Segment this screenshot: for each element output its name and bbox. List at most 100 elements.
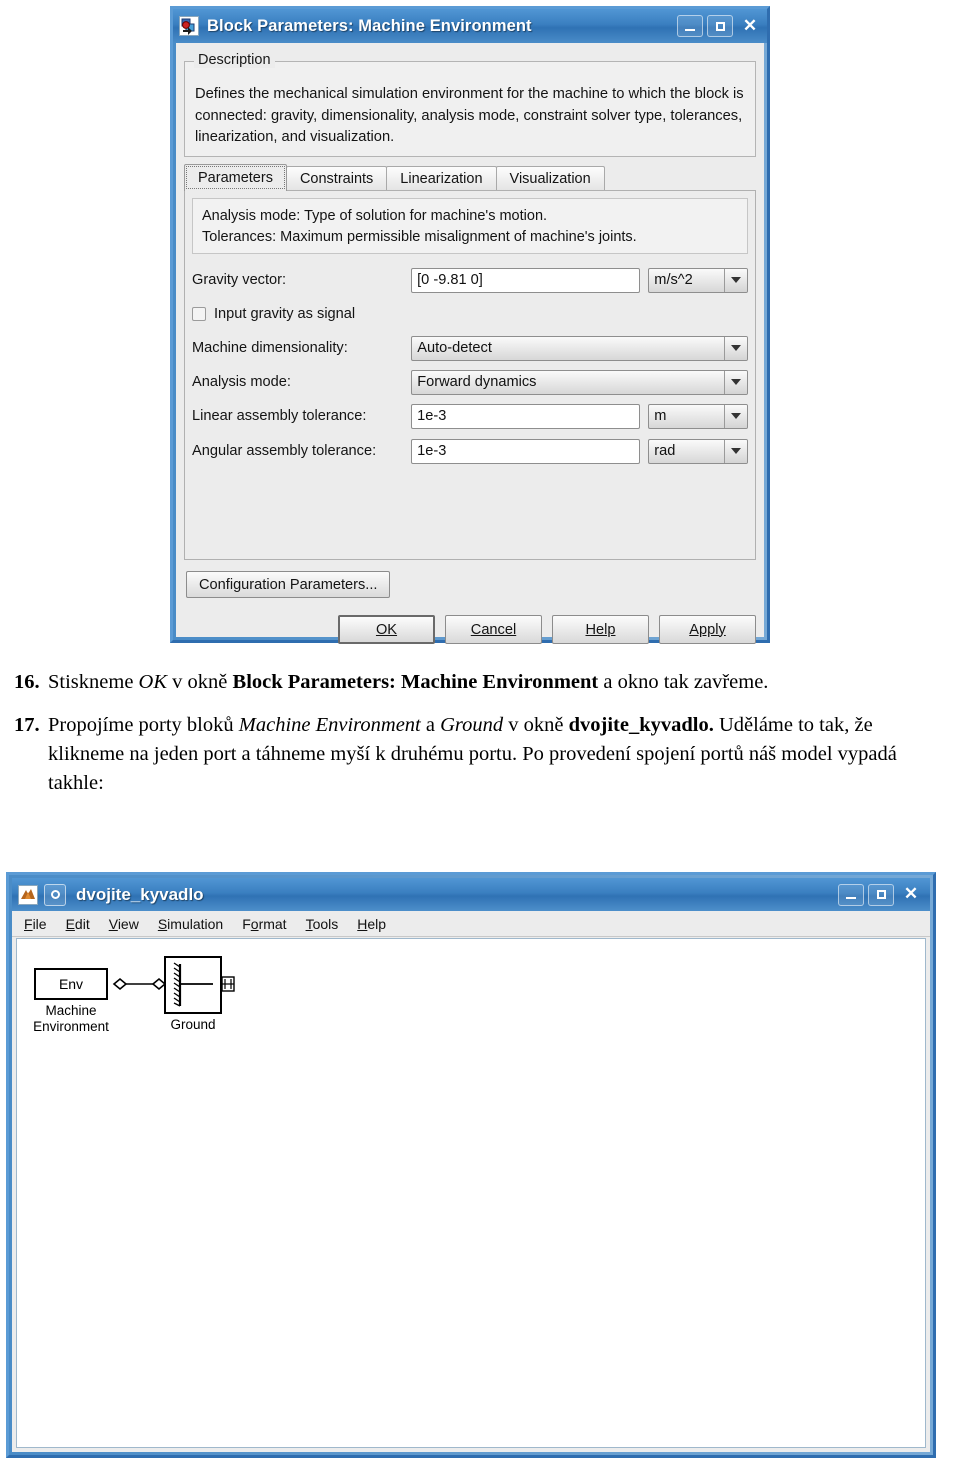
dialog-body: Description Defines the mechanical simul… xyxy=(176,43,764,644)
field-row-gravity-vector: Gravity vector: [0 -9.81 0] m/s^2 xyxy=(192,267,748,293)
machine-dimensionality-combo[interactable]: Auto-detect xyxy=(411,335,748,361)
list-item-text: Stiskneme OK v okně Block Parameters: Ma… xyxy=(48,671,769,693)
chevron-down-icon xyxy=(724,336,747,360)
gravity-vector-label: Gravity vector: xyxy=(192,272,287,288)
machine-environment-inner-label: Env xyxy=(59,976,83,992)
tabstrip: Parameters Constraints Linearization Vis… xyxy=(184,164,756,191)
ground-input-port xyxy=(151,977,167,991)
tab-visualization[interactable]: Visualization xyxy=(495,166,605,191)
block-parameters-window: Block Parameters: Machine Environment ✕ … xyxy=(170,6,770,644)
parameters-tab-panel: Analysis mode: Type of solution for mach… xyxy=(184,190,756,560)
machine-environment-caption-line1: Machine xyxy=(45,1003,96,1018)
angular-assembly-tolerance-input[interactable]: 1e-3 xyxy=(411,438,641,464)
simulink-maximize-button[interactable] xyxy=(868,883,894,906)
cancel-button[interactable]: Cancel xyxy=(445,615,542,644)
machine-environment-caption-line2: Environment xyxy=(33,1019,109,1034)
simulink-canvas[interactable]: Env Machine Environment Ground xyxy=(16,938,926,1448)
field-row-machine-dimensionality: Machine dimensionality: Auto-detect xyxy=(192,335,748,361)
tab-parameters[interactable]: Parameters xyxy=(184,164,287,191)
maximize-button[interactable] xyxy=(707,15,733,37)
field-row-input-gravity-signal[interactable]: Input gravity as signal xyxy=(192,301,748,327)
description-text: Defines the mechanical simulation enviro… xyxy=(195,86,744,146)
apply-button-label: Apply xyxy=(689,621,726,638)
maximize-icon xyxy=(876,890,886,899)
cancel-button-label: Cancel xyxy=(470,621,517,638)
simulink-window-inner: dvojite_kyvadlo ✕ File Edit View Simulat… xyxy=(12,878,930,1452)
instructions-list: 16. Stiskneme OK v okně Block Parameters… xyxy=(14,668,948,812)
dialog-title: Block Parameters: Machine Environment xyxy=(207,16,532,35)
model-document-icon xyxy=(44,883,66,906)
analysis-mode-value: Forward dynamics xyxy=(417,374,537,390)
menu-file[interactable]: File xyxy=(24,916,47,932)
close-icon: ✕ xyxy=(742,15,758,35)
matlab-membrane-icon xyxy=(18,884,38,905)
analysis-mode-combo[interactable]: Forward dynamics xyxy=(411,369,748,395)
ok-button-label: OK xyxy=(375,621,398,638)
chevron-down-icon xyxy=(724,404,747,428)
gravity-vector-unit-combo[interactable]: m/s^2 xyxy=(648,267,748,293)
angular-tolerance-unit-value: rad xyxy=(654,443,676,459)
angular-tolerance-unit-combo[interactable]: rad xyxy=(648,438,748,464)
linear-assembly-tolerance-input[interactable]: 1e-3 xyxy=(411,403,641,429)
apply-button[interactable]: Apply xyxy=(659,615,756,644)
minimize-button[interactable] xyxy=(677,15,703,37)
simulink-title: dvojite_kyvadlo xyxy=(76,884,204,904)
ground-block xyxy=(164,956,222,1014)
analysis-mode-label: Analysis mode: xyxy=(192,374,291,390)
list-item-number: 16. xyxy=(14,671,40,693)
menu-format[interactable]: Format xyxy=(242,916,286,932)
description-legend: Description xyxy=(194,52,275,68)
list-item: 16. Stiskneme OK v okně Block Parameters… xyxy=(14,668,948,697)
gravity-vector-unit-value: m/s^2 xyxy=(654,272,693,288)
help-button-label: Help xyxy=(585,621,616,638)
dialog-button-bar: OK Cancel Help Apply xyxy=(184,615,756,645)
gravity-vector-input[interactable]: [0 -9.81 0] xyxy=(411,267,641,293)
menu-view[interactable]: View xyxy=(109,916,139,932)
hint-box: Analysis mode: Type of solution for mach… xyxy=(192,198,748,254)
menu-simulation[interactable]: Simulation xyxy=(158,916,223,932)
model-doc-ring xyxy=(50,890,60,899)
chevron-down-icon xyxy=(724,439,747,463)
dialog-titlebar[interactable]: Block Parameters: Machine Environment ✕ xyxy=(173,9,767,43)
page-root: Block Parameters: Machine Environment ✕ … xyxy=(0,0,960,1472)
help-button[interactable]: Help xyxy=(552,615,649,644)
machine-dimensionality-label: Machine dimensionality: xyxy=(192,340,348,356)
menu-help[interactable]: Help xyxy=(357,916,386,932)
input-gravity-checkbox[interactable] xyxy=(192,307,206,321)
hint-line-tolerances: Tolerances: Maximum permissible misalign… xyxy=(202,229,637,246)
linear-assembly-tolerance-label: Linear assembly tolerance: xyxy=(192,408,367,424)
chevron-down-icon xyxy=(724,268,747,292)
minimize-icon xyxy=(846,897,856,899)
angular-assembly-tolerance-label: Angular assembly tolerance: xyxy=(192,443,377,459)
simulink-close-button[interactable]: ✕ xyxy=(898,884,924,906)
maximize-icon xyxy=(715,21,725,31)
close-button[interactable]: ✕ xyxy=(737,15,763,37)
minimize-icon xyxy=(685,28,695,31)
description-groupbox: Description Defines the mechanical simul… xyxy=(184,52,756,157)
hint-line-analysis-mode: Analysis mode: Type of solution for mach… xyxy=(202,208,548,224)
simulink-model-window: dvojite_kyvadlo ✕ File Edit View Simulat… xyxy=(6,872,936,1458)
simulink-titlebar[interactable]: dvojite_kyvadlo ✕ xyxy=(12,878,930,911)
chevron-down-icon xyxy=(724,370,747,394)
machine-dimensionality-value: Auto-detect xyxy=(417,340,492,356)
input-gravity-label: Input gravity as signal xyxy=(214,306,356,322)
menu-edit[interactable]: Edit xyxy=(66,916,90,932)
linear-tolerance-unit-value: m xyxy=(654,408,667,424)
tab-constraints[interactable]: Constraints xyxy=(285,166,388,191)
list-item-number: 17. xyxy=(14,714,40,737)
env-output-port xyxy=(112,977,128,991)
linear-tolerance-unit-combo[interactable]: m xyxy=(648,403,748,429)
field-row-analysis-mode: Analysis mode: Forward dynamics xyxy=(192,369,748,395)
simulink-minimize-button[interactable] xyxy=(838,883,864,906)
ok-button[interactable]: OK xyxy=(338,615,435,644)
close-icon: ✕ xyxy=(903,884,919,903)
simulink-menubar: File Edit View Simulation Format Tools H… xyxy=(12,911,930,937)
list-item: 17. Propojíme porty bloků Machine Enviro… xyxy=(14,711,948,798)
configuration-parameters-button[interactable]: Configuration Parameters... xyxy=(186,571,391,598)
menu-tools[interactable]: Tools xyxy=(306,916,339,932)
field-row-linear-assembly-tolerance: Linear assembly tolerance: 1e-3 m xyxy=(192,403,748,429)
list-item-text: Propojíme porty bloků Machine Environmen… xyxy=(48,714,897,795)
field-row-angular-assembly-tolerance: Angular assembly tolerance: 1e-3 rad xyxy=(192,438,748,464)
tab-linearization[interactable]: Linearization xyxy=(386,166,497,191)
model-block-diagram[interactable]: Env Machine Environment Ground xyxy=(17,939,317,1059)
